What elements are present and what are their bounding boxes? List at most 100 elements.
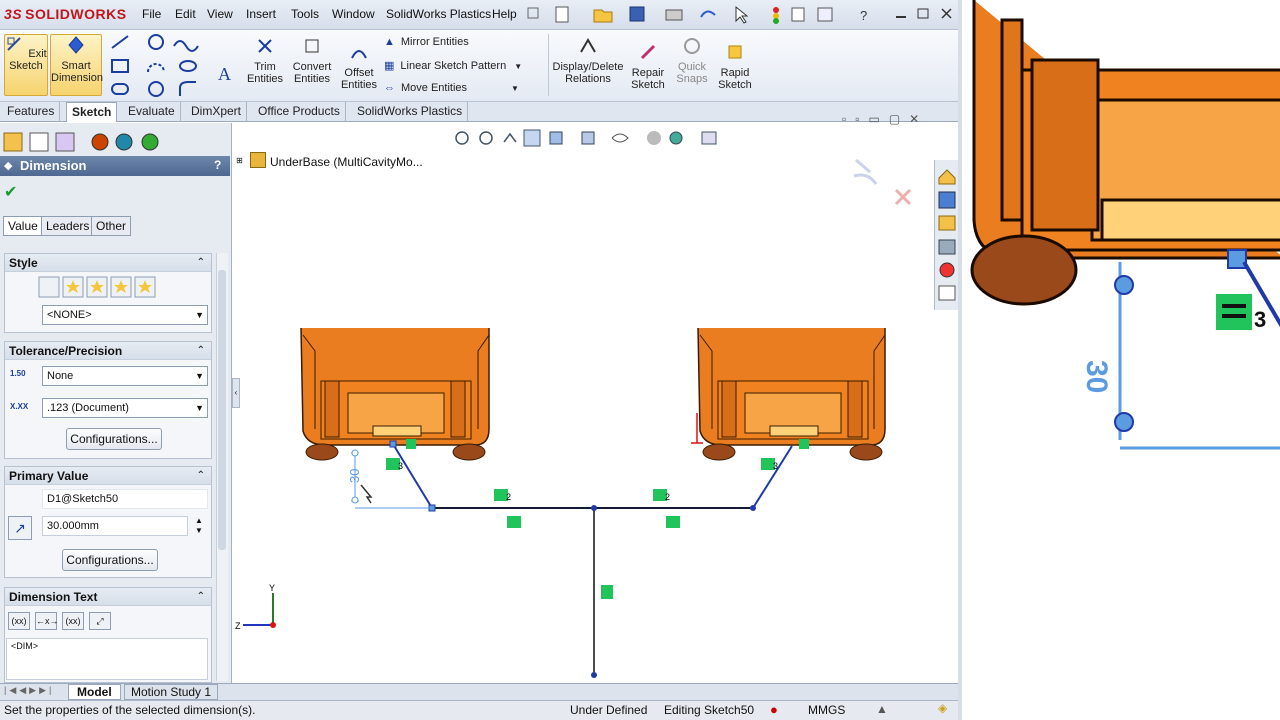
quick-snaps-icon [684, 38, 700, 54]
collapse-icon: ⌃ [196, 591, 205, 602]
menu-insert[interactable]: Insert [246, 7, 276, 21]
help-button[interactable]: ? [214, 158, 221, 172]
status-units[interactable]: MMGS [808, 703, 845, 717]
tolerance-type-dropdown[interactable]: None ▼ [42, 366, 208, 386]
panel-scrollbar-thumb[interactable] [218, 270, 226, 550]
svg-text:2: 2 [665, 492, 670, 502]
rapid-sketch-button[interactable]: Rapid Sketch [714, 42, 756, 91]
zoom-inset: 30 3 [958, 0, 1280, 720]
save-icon [629, 6, 645, 22]
menu-edit[interactable]: Edit [175, 7, 196, 21]
offset-text-button[interactable]: ⤢ [89, 612, 111, 630]
collapse-icon: ⌃ [196, 257, 205, 268]
right-mold-part [691, 327, 886, 461]
tolerance-configurations-button[interactable]: Configurations... [66, 428, 162, 450]
dimension-name-field[interactable]: D1@Sketch50 [42, 489, 208, 509]
precision-icon: X.XX [10, 402, 29, 411]
menu-window[interactable]: Window [332, 7, 375, 21]
tab-solidworks-plastics[interactable]: SolidWorks Plastics [352, 102, 469, 122]
menu-view[interactable]: View [207, 7, 233, 21]
view-palette-icon [938, 239, 956, 255]
tab-scroll-arrows[interactable]: |◀◀▶▶| [4, 685, 54, 696]
precision-dropdown[interactable]: .123 (Document) ▼ [42, 398, 208, 418]
style-header[interactable]: Style ⌃ [5, 254, 211, 272]
repair-sketch-icon [640, 44, 656, 60]
units-menu-icon[interactable]: ▲ [876, 702, 888, 716]
ok-checkmark-icon[interactable]: ✔ [4, 182, 17, 202]
smart-dimension-label: Smart Dimension [51, 60, 103, 84]
status-message: Set the properties of the selected dimen… [4, 703, 256, 717]
move-entities-button[interactable]: ⇔ Move Entities ▼ [384, 82, 519, 94]
linear-pattern-icon: ▦ [384, 60, 395, 72]
manager-tabs[interactable] [0, 127, 230, 155]
repair-sketch-button[interactable]: Repair Sketch [628, 42, 668, 91]
svg-text:2: 2 [506, 492, 511, 502]
undo-icon [700, 10, 716, 18]
minimize-icon [896, 16, 906, 18]
ellipse-icon [179, 60, 197, 72]
menu-tools[interactable]: Tools [291, 7, 319, 21]
menu-help[interactable]: Help [492, 7, 517, 21]
style-buttons[interactable] [38, 276, 162, 298]
trim-entities-button[interactable]: Trim Entities [244, 36, 286, 85]
plastics-manager-icon [141, 133, 159, 151]
dimension-value-input[interactable]: 30.000mm [42, 516, 188, 536]
task-pane-tabs[interactable] [936, 164, 958, 308]
linear-sketch-pattern-button[interactable]: ▦ Linear Sketch Pattern ▼ [384, 59, 522, 72]
dimension-header: Dimension [0, 156, 230, 176]
close-icon [941, 8, 952, 19]
tab-motion-study-1[interactable]: Motion Study 1 [124, 684, 219, 700]
spline-icon [173, 40, 199, 52]
tolerance-type-icon: 1.50 [10, 369, 26, 378]
display-delete-relations-label: Display/Delete Relations [552, 61, 624, 85]
svg-text:Z: Z [235, 621, 241, 631]
collapse-icon: ⌃ [196, 470, 205, 481]
tab-office-products[interactable]: Office Products [253, 102, 346, 122]
smart-dimension-button[interactable]: Smart Dimension [50, 34, 103, 96]
tags-icon[interactable]: ◈ [938, 701, 947, 715]
subtab-leaders[interactable]: Leaders [41, 216, 95, 236]
center-dimension-button[interactable]: ←x→ [35, 612, 59, 630]
tab-model[interactable]: Model [68, 684, 121, 700]
tab-features[interactable]: Features [2, 102, 61, 122]
offset-entities-icon [351, 50, 367, 59]
solidworks-logo[interactable]: 3S SOLIDWORKS [4, 6, 127, 22]
menu-solidworks-plastics[interactable]: SolidWorks Plastics [386, 7, 491, 21]
dimension-text-area[interactable]: <DIM> [6, 638, 208, 680]
smart-dimension-icon [68, 36, 84, 54]
convert-entities-label: Convert Entities [292, 61, 332, 85]
move-icon: ⇔ [384, 82, 395, 94]
tab-sketch[interactable]: Sketch [66, 102, 118, 122]
convert-entities-icon [305, 39, 319, 53]
dimension-text-header[interactable]: Dimension Text ⌃ [5, 588, 211, 606]
tolerance-header[interactable]: Tolerance/Precision ⌃ [5, 342, 211, 360]
convert-entities-button[interactable]: Convert Entities [290, 36, 334, 85]
sketch-tools-grid[interactable]: A [108, 32, 238, 100]
quick-snaps-button[interactable]: Quick Snaps [672, 36, 712, 85]
inspection-dimension-button[interactable]: (xx) [62, 612, 84, 630]
mirror-entities-button[interactable]: ▲ Mirror Entities [384, 36, 469, 48]
sketch-lines [392, 443, 793, 675]
exit-sketch-button[interactable]: Exit Sketch [4, 34, 48, 96]
menu-file[interactable]: File [142, 7, 161, 21]
tab-evaluate[interactable]: Evaluate [123, 102, 181, 122]
circle-icon [148, 34, 164, 50]
sketch-view[interactable]: 30 3 2 2 3 Y Z [233, 123, 933, 683]
dimension-value-spinner[interactable]: ▲ ▼ [192, 516, 206, 538]
primary-value-header[interactable]: Primary Value ⌃ [5, 467, 211, 485]
subtab-other[interactable]: Other [91, 216, 132, 236]
dimxpert-manager-icon [91, 133, 109, 151]
standard-toolbar[interactable]: ? [526, 4, 956, 26]
subtab-value[interactable]: Value [3, 216, 43, 236]
rebuild-status-icon[interactable]: ● [770, 702, 778, 717]
offset-entities-button[interactable]: Offset Entities [338, 42, 380, 91]
style-dropdown[interactable]: <NONE> ▼ [42, 305, 208, 325]
delete-style-icon [86, 276, 108, 298]
save-style-icon [110, 276, 132, 298]
add-parentheses-button[interactable]: (xx) [8, 612, 30, 630]
primary-configurations-button[interactable]: Configurations... [62, 549, 158, 571]
apply-default-style-icon [38, 276, 60, 298]
display-delete-relations-button[interactable]: Display/Delete Relations [552, 36, 624, 85]
tab-dimxpert[interactable]: DimXpert [186, 102, 248, 122]
dimension-label: 30 [347, 469, 362, 483]
